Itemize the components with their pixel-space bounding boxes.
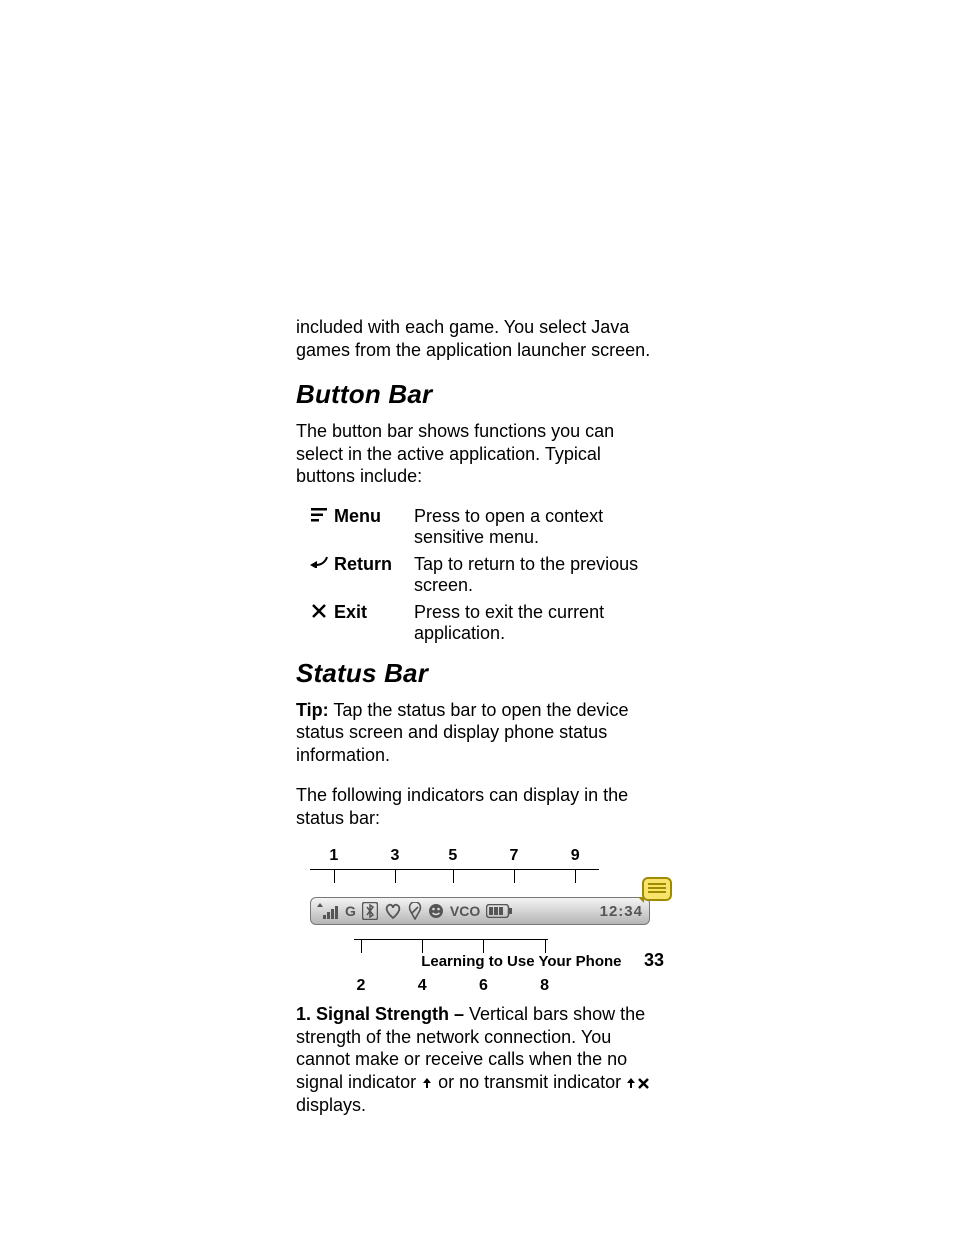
status-bar-tip: Tip: Tap the status bar to open the devi… <box>296 699 664 767</box>
no-transmit-icon <box>626 1072 650 1095</box>
exit-label: Exit <box>334 602 414 623</box>
tip-label: Tip: <box>296 700 329 720</box>
page-footer: Learning to Use Your Phone 33 <box>421 950 664 971</box>
item1-text-b: or no transmit indicator <box>433 1072 626 1092</box>
phone-status-bar: G <box>310 897 650 925</box>
voice-carry-over-icon: VCO <box>450 903 480 919</box>
callout-5: 5 <box>448 847 457 865</box>
tick <box>395 869 396 883</box>
return-desc: Tap to return to the previous screen. <box>414 554 664 596</box>
footer-page-number: 33 <box>644 950 664 970</box>
ringer-icon <box>384 903 402 919</box>
signal-strength-paragraph: 1. Signal Strength – Vertical bars show … <box>296 1003 664 1117</box>
button-bar-row-menu: Menu Press to open a context sensitive m… <box>304 506 664 548</box>
bluetooth-icon <box>362 902 378 920</box>
button-bar-intro: The button bar shows functions you can s… <box>296 420 664 488</box>
menu-label: Menu <box>334 506 414 527</box>
callout-9: 9 <box>571 847 580 865</box>
signal-icon <box>317 903 339 919</box>
button-bar-row-return: Return Tap to return to the previous scr… <box>304 554 664 596</box>
return-label: Return <box>334 554 414 575</box>
menu-icon <box>304 506 334 522</box>
location-icon <box>408 902 422 920</box>
tick <box>361 939 362 953</box>
item1-title: 1. Signal Strength – <box>296 1004 464 1024</box>
callout-2: 2 <box>357 977 366 995</box>
footer-chapter: Learning to Use Your Phone <box>421 953 621 970</box>
button-bar-row-exit: Exit Press to exit the current applicati… <box>304 602 664 644</box>
status-bar-lead: The following indicators can display in … <box>296 784 664 829</box>
callout-3: 3 <box>391 847 400 865</box>
diagram-top-line <box>310 869 599 870</box>
callout-6: 6 <box>479 977 488 995</box>
no-signal-icon <box>421 1072 433 1095</box>
callout-8: 8 <box>540 977 549 995</box>
menu-desc: Press to open a context sensitive menu. <box>414 506 664 548</box>
tip-text: Tap the status bar to open the device st… <box>296 700 629 765</box>
manual-page: included with each game. You select Java… <box>0 0 954 1235</box>
tick <box>453 869 454 883</box>
clock-text: 12:34 <box>600 903 643 920</box>
status-bar-heading: Status Bar <box>296 658 664 689</box>
java-icon <box>428 903 444 919</box>
button-bar-table: Menu Press to open a context sensitive m… <box>304 506 664 644</box>
diagram-bottom-line <box>354 939 548 940</box>
callout-7: 7 <box>510 847 519 865</box>
exit-desc: Press to exit the current application. <box>414 602 664 644</box>
battery-icon <box>486 904 512 918</box>
callout-4: 4 <box>418 977 427 995</box>
tick <box>514 869 515 883</box>
button-bar-heading: Button Bar <box>296 379 664 410</box>
speech-balloon-icon <box>642 877 672 901</box>
close-icon <box>304 602 334 618</box>
callout-1: 1 <box>329 847 338 865</box>
gprs-icon: G <box>345 903 356 919</box>
item1-text-c: displays. <box>296 1095 366 1115</box>
intro-paragraph: included with each game. You select Java… <box>296 316 664 361</box>
return-arrow-icon <box>304 554 334 568</box>
tick <box>575 869 576 883</box>
tick <box>334 869 335 883</box>
